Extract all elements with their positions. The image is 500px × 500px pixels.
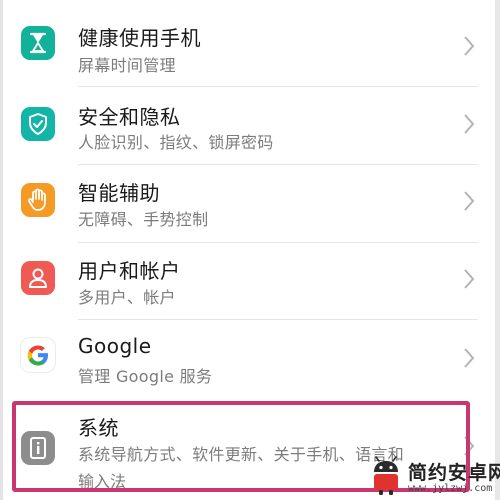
shield-check-icon — [21, 107, 55, 141]
settings-item-digital-balance[interactable]: 健康使用手机 屏幕时间管理 — [0, 0, 500, 86]
settings-item-security[interactable]: 安全和隐私 人脸识别、指纹、锁屏密码 — [0, 87, 500, 164]
user-icon — [21, 261, 55, 295]
settings-item-users-accounts[interactable]: 用户和帐户 多用户、帐户 — [0, 243, 500, 319]
item-title: 健康使用手机 — [78, 26, 201, 50]
item-title: 用户和帐户 — [78, 259, 181, 283]
chevron-right-icon — [464, 191, 475, 211]
hand-icon — [21, 183, 55, 217]
item-subtitle: 无障碍、手势控制 — [78, 210, 209, 229]
settings-item-google[interactable]: Google 管理 Google 服务 — [0, 320, 500, 398]
item-subtitle: 管理 Google 服务 — [78, 367, 213, 386]
hourglass-icon — [21, 26, 55, 60]
item-subtitle: 多用户、帐户 — [78, 288, 176, 307]
settings-item-smart-assist[interactable]: 智能辅助 无障碍、手势控制 — [0, 165, 500, 242]
android-logo-icon — [374, 456, 398, 495]
item-subtitle: 屏幕时间管理 — [78, 56, 176, 75]
chevron-right-icon — [464, 348, 475, 368]
site-watermark: 简约安卓网 www.jylzwj.com — [368, 452, 500, 500]
watermark-title: 简约安卓网 — [408, 462, 500, 484]
settings-page: 健康使用手机 屏幕时间管理 安全和隐私 人脸识别、指纹、锁屏密码 智能辅助 无障… — [0, 0, 500, 500]
chevron-right-icon — [464, 269, 475, 289]
google-g-icon — [21, 338, 55, 372]
item-title: 安全和隐私 — [78, 105, 181, 129]
item-subtitle: 人脸识别、指纹、锁屏密码 — [78, 133, 274, 152]
chevron-right-icon — [464, 36, 475, 56]
item-title: 智能辅助 — [78, 181, 160, 205]
chevron-right-icon — [464, 114, 475, 134]
watermark-url: www.jylzwj.com — [408, 483, 493, 494]
item-title: Google — [78, 334, 152, 358]
